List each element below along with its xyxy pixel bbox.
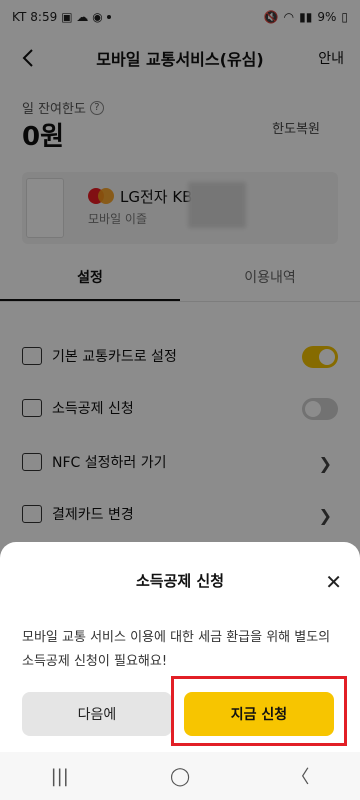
system-nav-bar: ||| ◯ 〈: [0, 752, 360, 800]
home-icon[interactable]: ◯: [170, 766, 190, 787]
sheet-title: 소득공제 신청: [135, 572, 225, 590]
back-nav-icon[interactable]: 〈: [291, 763, 309, 789]
highlight-box: [171, 676, 347, 746]
recent-apps-icon[interactable]: |||: [51, 766, 69, 787]
sheet-message: 모바일 교통 서비스 이용에 대한 세금 환급을 위해 별도의 소득공제 신청이…: [22, 630, 331, 669]
later-button[interactable]: 다음에: [22, 692, 172, 736]
close-icon[interactable]: ✕: [325, 570, 342, 594]
